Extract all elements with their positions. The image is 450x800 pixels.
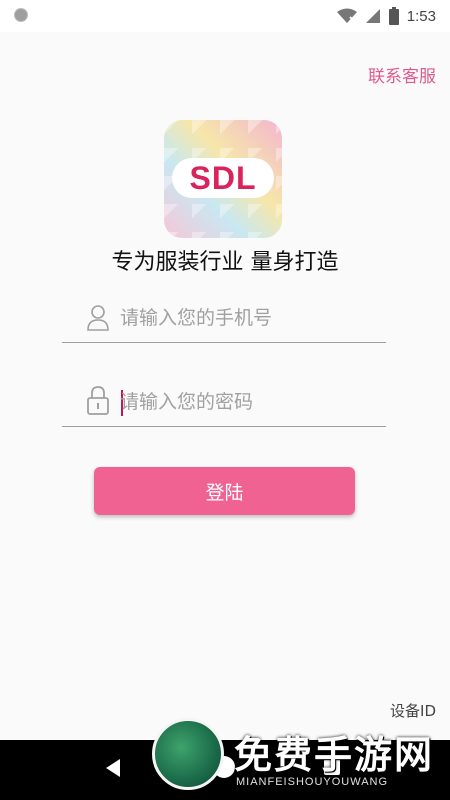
app-logo: SDL [164, 120, 282, 238]
signal-icon [365, 9, 380, 23]
user-icon [87, 305, 109, 331]
phone-input[interactable] [120, 302, 380, 334]
back-icon[interactable] [104, 758, 122, 778]
contact-support-link[interactable]: 联系客服 [368, 62, 436, 87]
login-button[interactable]: 登陆 [94, 467, 355, 515]
slogan: 专为服装行业 量身打造 [111, 250, 339, 275]
status-bar: 1:53 [0, 0, 450, 32]
lock-icon [87, 386, 109, 415]
battery-icon [388, 7, 399, 25]
password-field[interactable] [62, 380, 386, 427]
wifi-icon [336, 8, 357, 23]
status-time: 1:53 [406, 7, 436, 25]
watermark-logo-icon [152, 718, 224, 790]
password-input[interactable] [120, 386, 380, 418]
watermark-subtitle: MIANFEISHOUYOUWANG [236, 776, 389, 788]
watermark: 免费手游网 MIANFEISHOUYOUWANG [152, 718, 450, 800]
app-logo-text: SDL [172, 158, 274, 198]
status-icons: 1:53 [336, 6, 436, 26]
watermark-title: 免费手游网 [234, 732, 435, 777]
notification-dot-icon [14, 8, 28, 22]
phone-field[interactable] [62, 296, 386, 343]
